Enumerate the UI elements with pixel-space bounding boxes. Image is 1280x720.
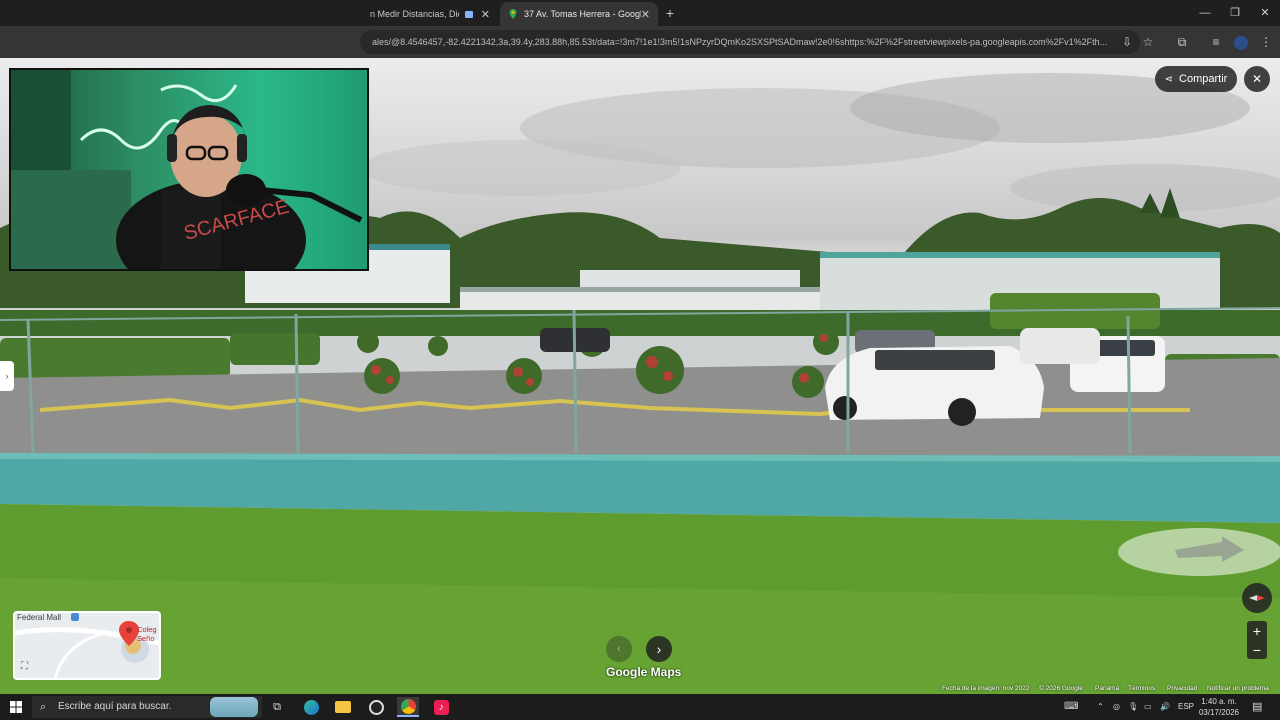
profile-avatar[interactable]: [1231, 32, 1251, 52]
previous-image-button[interactable]: ‹: [606, 636, 632, 662]
streamer-webcam-image: SCARFACE: [11, 70, 363, 269]
clock[interactable]: 1:40 a. m. 03/17/2026: [1198, 696, 1240, 718]
mini-map-image: [15, 621, 159, 678]
share-icon: ⋖: [1164, 73, 1174, 85]
microphone-icon[interactable]: 🎙: [1128, 694, 1138, 720]
search-icon: ⌕: [40, 701, 47, 713]
next-image-button[interactable]: ›: [646, 636, 672, 662]
minimize-button[interactable]: —: [1190, 4, 1220, 22]
show-hidden-icons-icon[interactable]: ⌃: [1097, 694, 1104, 720]
tab-close-icon[interactable]: ✕: [641, 8, 650, 21]
windows-start-button[interactable]: [5, 697, 27, 717]
windows-taskbar: ⌕ Escribe aquí para buscar. ⧉ ♪ ⌨ ⌃ ◎ 🎙 …: [0, 694, 1280, 720]
google-maps-logo: Google Maps: [606, 665, 682, 679]
chevron-left-icon: ‹: [617, 643, 621, 655]
file-explorer-icon[interactable]: [332, 697, 354, 717]
mini-map-label-colegio: Coleg Seño: [137, 625, 157, 643]
volume-icon[interactable]: 🔊: [1160, 694, 1170, 720]
notifications-icon[interactable]: ▤: [1252, 694, 1262, 720]
edge-browser-icon[interactable]: [300, 697, 322, 717]
tab-title: n Medir Distancias, Diom: [370, 9, 459, 19]
chrome-browser-icon[interactable]: [397, 697, 419, 717]
browser-toolbar: ales/@8.4546457,-82.4221342,3a,39.4y,283…: [0, 26, 1280, 58]
browser-tab-strip: n Medir Distancias, Diom ✕ 37 Av. Tomas …: [0, 0, 1280, 26]
webcam-overlay: SCARFACE: [9, 68, 369, 271]
compass-icon: [1249, 595, 1265, 601]
mini-map-label-federal-mall: Federal Mall: [17, 613, 62, 622]
fullscreen-icon[interactable]: ⛶: [21, 661, 28, 672]
close-window-button[interactable]: ✕: [1250, 4, 1280, 22]
chevron-right-icon: ›: [656, 641, 662, 657]
bookmark-star-icon[interactable]: ☆: [1138, 32, 1158, 52]
new-tab-button[interactable]: +: [662, 5, 678, 21]
zoom-out-button[interactable]: −: [1247, 640, 1267, 659]
close-icon: ✕: [1251, 72, 1263, 86]
tiktok-icon[interactable]: ♪: [430, 697, 452, 717]
tab-title: 37 Av. Tomas Herrera - Google M: [524, 9, 641, 19]
plus-icon: +: [1252, 622, 1262, 639]
windows-logo-icon: [10, 701, 22, 713]
tab-medir-distancias[interactable]: n Medir Distancias, Diom ✕: [362, 2, 498, 26]
search-placeholder: Escribe aquí para buscar.: [58, 701, 172, 712]
tab-icon: [464, 10, 473, 18]
touch-keyboard-icon[interactable]: ⌨: [1064, 694, 1078, 720]
install-app-icon[interactable]: ⇩: [1117, 32, 1137, 52]
task-view-icon[interactable]: ⧉: [266, 697, 288, 717]
taskbar-search-box[interactable]: ⌕ Escribe aquí para buscar.: [32, 696, 262, 718]
network-icon[interactable]: ▭: [1144, 694, 1152, 720]
restore-button[interactable]: ❐: [1220, 4, 1250, 22]
clock-time: 1:40 a. m.: [1201, 697, 1237, 706]
street-view-panorama[interactable]: › ⋖ Compartir ✕ + − ‹ › SCARFACE Federal…: [0, 58, 1280, 694]
zoom-in-button[interactable]: +: [1247, 621, 1267, 640]
report-problem-link[interactable]: Notificar un problema: [1207, 684, 1269, 694]
screen: n Medir Distancias, Diom ✕ 37 Av. Tomas …: [0, 0, 1280, 720]
search-highlight-image: [210, 697, 258, 717]
image-date: Fecha de la imagen: nov 2022: [942, 685, 1030, 692]
copyright: © 2026 Google: [1039, 685, 1083, 692]
mini-map[interactable]: Federal Mall Coleg Seño ⛶: [13, 611, 161, 680]
privacy-link[interactable]: Privacidad: [1167, 684, 1197, 694]
minus-icon: −: [1252, 641, 1262, 658]
compass-button[interactable]: [1242, 583, 1272, 613]
google-maps-pin-icon: [508, 9, 518, 19]
tab-close-icon[interactable]: ✕: [481, 8, 490, 21]
language-indicator[interactable]: ESP: [1178, 694, 1194, 720]
tray-app-icon[interactable]: ◎: [1113, 694, 1120, 720]
share-button[interactable]: ⋖ Compartir: [1155, 66, 1237, 92]
clock-date: 03/17/2026: [1198, 708, 1240, 717]
address-bar[interactable]: ales/@8.4546457,-82.4221342,3a,39.4y,283…: [360, 30, 1140, 54]
extensions-icon[interactable]: ⧉: [1172, 32, 1192, 52]
terms-link[interactable]: Términos: [1128, 684, 1155, 694]
media-controls-icon[interactable]: ≡: [1206, 32, 1226, 52]
browser-menu-icon[interactable]: ⋮: [1256, 32, 1276, 52]
obs-studio-icon[interactable]: [365, 697, 387, 717]
country-link[interactable]: Panamá: [1095, 684, 1119, 694]
close-streetview-button[interactable]: ✕: [1244, 66, 1270, 92]
tab-google-maps[interactable]: 37 Av. Tomas Herrera - Google M ✕: [500, 2, 658, 26]
share-label: Compartir: [1179, 73, 1228, 85]
mini-map-icon: [71, 613, 79, 621]
expand-panel-button[interactable]: ›: [0, 361, 14, 391]
chevron-right-icon: ›: [5, 371, 9, 381]
